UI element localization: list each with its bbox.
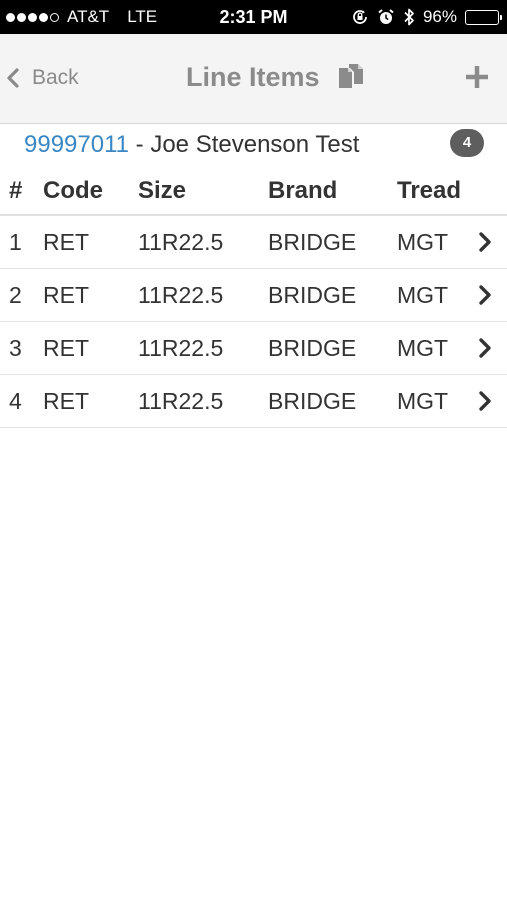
header-brand: Brand <box>268 177 338 204</box>
row-size: 11R22.5 <box>138 334 224 361</box>
order-number-link[interactable]: 99997011 <box>24 131 129 158</box>
copy-button[interactable] <box>337 62 367 92</box>
status-bar: AT&T LTE 2:31 PM 96% <box>0 0 507 34</box>
row-tread: MGT <box>397 334 449 361</box>
chevron-right-icon <box>477 216 493 268</box>
row-code: RET <box>43 387 89 414</box>
battery-percent: 96% <box>422 7 457 26</box>
customer-name: Joe Stevenson Test <box>150 131 360 158</box>
line-items-list: 1 RET 11R22.5 BRIDGE MGT 2 RET 11R22.5 B… <box>0 216 507 428</box>
row-code: RET <box>43 228 89 255</box>
alarm-icon <box>377 8 395 26</box>
table-row[interactable]: 2 RET 11R22.5 BRIDGE MGT <box>0 269 507 322</box>
back-label: Back <box>32 66 79 89</box>
header-code: Code <box>43 177 103 204</box>
order-header: 99997011 - Joe Stevenson Test <box>24 131 359 159</box>
header-tread: Tread <box>397 177 462 204</box>
line-item-count-badge: 4 <box>450 129 484 157</box>
table-row[interactable]: 4 RET 11R22.5 BRIDGE MGT <box>0 375 507 428</box>
row-code: RET <box>43 334 89 361</box>
order-separator: - <box>129 131 151 158</box>
row-brand: BRIDGE <box>268 228 357 255</box>
table-row[interactable]: 1 RET 11R22.5 BRIDGE MGT <box>0 216 507 269</box>
back-button[interactable]: Back <box>6 60 79 96</box>
row-code: RET <box>43 281 89 308</box>
header-size: Size <box>138 177 187 204</box>
row-number: 3 <box>9 334 22 361</box>
bluetooth-icon <box>403 7 415 27</box>
plus-icon <box>466 66 488 88</box>
row-size: 11R22.5 <box>138 281 224 308</box>
header-number: # <box>9 177 23 204</box>
row-number: 4 <box>9 387 22 414</box>
chevron-left-icon <box>7 68 19 88</box>
row-size: 11R22.5 <box>138 387 224 414</box>
add-line-item-button[interactable] <box>461 61 493 93</box>
row-size: 11R22.5 <box>138 228 224 255</box>
row-number: 1 <box>9 228 22 255</box>
navigation-bar: Back Line Items <box>0 34 507 124</box>
orientation-lock-icon <box>351 8 369 26</box>
row-brand: BRIDGE <box>268 334 357 361</box>
row-brand: BRIDGE <box>268 387 357 414</box>
row-tread: MGT <box>397 228 449 255</box>
table-row[interactable]: 3 RET 11R22.5 BRIDGE MGT <box>0 322 507 375</box>
row-tread: MGT <box>397 387 449 414</box>
page-title: Line Items <box>186 62 320 92</box>
copy-documents-icon <box>339 64 363 88</box>
status-right: 96% <box>351 0 502 34</box>
chevron-right-icon <box>477 375 493 427</box>
chevron-right-icon <box>477 269 493 321</box>
row-number: 2 <box>9 281 22 308</box>
battery-icon <box>465 9 502 25</box>
table-header: # Code Size Brand Tread <box>0 168 507 216</box>
chevron-right-icon <box>477 322 493 374</box>
row-tread: MGT <box>397 281 449 308</box>
row-brand: BRIDGE <box>268 281 357 308</box>
